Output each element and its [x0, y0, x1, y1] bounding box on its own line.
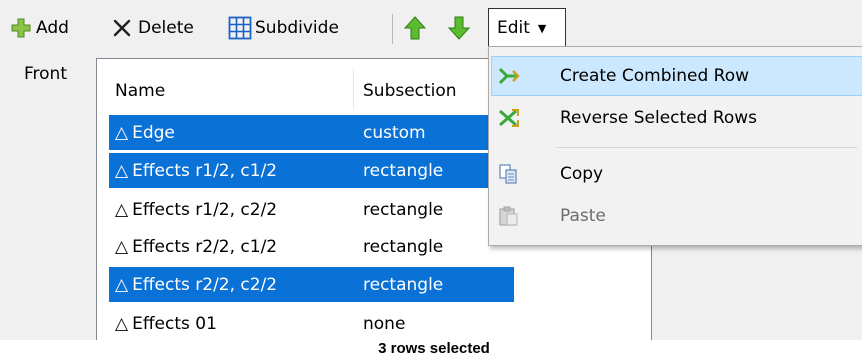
delete-icon — [112, 18, 132, 38]
reverse-rows-icon — [498, 108, 520, 128]
row-name: Effects 01 — [132, 313, 217, 334]
row-name: Edge — [132, 122, 175, 143]
menu-item-label: Paste — [560, 206, 606, 226]
move-down-button[interactable] — [448, 10, 470, 46]
row-name: Effects r2/2, c2/2 — [132, 274, 278, 295]
status-caption: 3 rows selected — [378, 340, 490, 357]
triangle-icon: △ — [115, 160, 129, 181]
menu-item-create-combined-row[interactable]: Create Combined Row — [491, 56, 862, 96]
table-row[interactable]: △ Effects r1/2, c1/2 rectangle — [109, 153, 514, 188]
delete-label: Delete — [138, 18, 194, 38]
menu-item-label: Create Combined Row — [560, 66, 750, 86]
row-name: Effects r1/2, c1/2 — [132, 160, 278, 181]
row-subsection: rectangle — [363, 199, 444, 220]
triangle-icon: △ — [115, 122, 129, 143]
menu-item-label: Reverse Selected Rows — [560, 108, 758, 128]
copy-icon — [498, 164, 520, 184]
app-window: Add Delete Subdivide Edit ▼ Front Name S… — [0, 0, 862, 340]
column-header-name[interactable]: Name — [115, 81, 165, 101]
row-subsection: none — [363, 313, 406, 334]
menu-item-reverse-selected-rows[interactable]: Reverse Selected Rows — [492, 99, 862, 137]
move-down-icon — [448, 16, 470, 40]
combine-rows-icon — [498, 66, 520, 86]
table-row[interactable]: △ Effects r2/2, c1/2 rectangle — [109, 229, 514, 264]
edit-menu-button[interactable]: Edit ▼ — [488, 8, 566, 48]
column-divider — [353, 69, 354, 109]
triangle-icon: △ — [115, 313, 129, 334]
add-button[interactable]: Add — [10, 10, 69, 46]
move-up-icon — [404, 16, 426, 40]
column-header-subsection[interactable]: Subsection — [363, 81, 457, 101]
add-label: Add — [36, 18, 69, 38]
chevron-down-icon: ▼ — [537, 21, 547, 35]
menu-item-label: Copy — [560, 164, 604, 184]
row-subsection: rectangle — [363, 236, 444, 257]
table-row[interactable]: △ Effects r1/2, c2/2 rectangle — [109, 192, 514, 227]
row-name: Effects r2/2, c1/2 — [132, 236, 278, 257]
table-row[interactable]: △ Effects 01 none — [109, 306, 514, 340]
menu-item-paste[interactable]: Paste — [492, 197, 862, 235]
row-subsection: rectangle — [363, 160, 444, 181]
triangle-icon: △ — [115, 199, 129, 220]
move-up-button[interactable] — [404, 10, 426, 46]
menu-separator — [557, 147, 857, 148]
paste-icon — [498, 206, 520, 226]
table-row[interactable]: △ Effects r2/2, c2/2 rectangle — [109, 267, 514, 302]
menu-item-copy[interactable]: Copy — [492, 155, 862, 193]
triangle-icon: △ — [115, 274, 129, 295]
delete-button[interactable]: Delete — [112, 10, 194, 46]
row-subsection: rectangle — [363, 274, 444, 295]
add-icon — [10, 17, 32, 39]
edit-dropdown-menu: Create Combined Row Reverse Selected Row… — [488, 46, 862, 246]
row-name: Effects r1/2, c2/2 — [132, 199, 278, 220]
table-row[interactable]: △ Edge custom — [109, 115, 514, 150]
subdivide-label: Subdivide — [255, 18, 339, 38]
row-subsection: custom — [363, 122, 426, 143]
triangle-icon: △ — [115, 236, 129, 257]
toolbar-separator — [392, 14, 393, 44]
front-label: Front — [24, 64, 67, 84]
subdivide-button[interactable]: Subdivide — [228, 10, 339, 46]
edit-label: Edit — [497, 18, 530, 38]
subdivide-icon — [228, 16, 252, 40]
